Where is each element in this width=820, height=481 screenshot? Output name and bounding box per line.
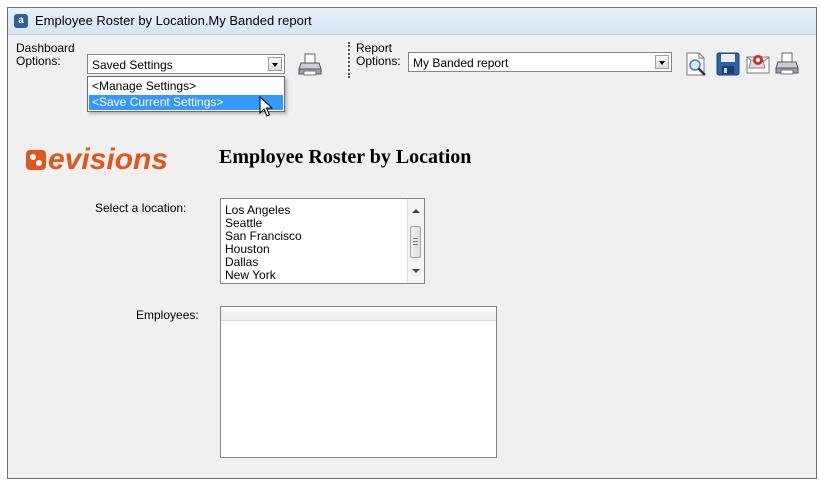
location-listbox[interactable]: Los Angeles Seattle San Francisco Housto… [220, 198, 425, 284]
app-icon: a [14, 14, 28, 28]
scroll-down-arrow-icon[interactable] [412, 269, 420, 273]
report-options-combo[interactable]: My Banded report [408, 52, 672, 72]
list-item[interactable]: New York [225, 269, 276, 282]
print-preview-icon[interactable] [683, 51, 709, 77]
email-icon[interactable] [745, 51, 771, 77]
grid-header [221, 307, 496, 321]
dashboard-label-line2: Options: [16, 54, 61, 68]
scroll-up-arrow-icon[interactable] [412, 209, 420, 213]
print-icon[interactable] [297, 52, 323, 78]
list-scrollbar[interactable] [407, 199, 424, 283]
evisions-logo: evisions [26, 144, 168, 174]
chevron-down-icon[interactable] [268, 57, 282, 71]
dropdown-item-manage-settings[interactable]: <Manage Settings> [89, 79, 283, 94]
print-icon[interactable] [774, 51, 800, 77]
chevron-down-icon[interactable] [655, 55, 669, 69]
scrollbar-thumb[interactable] [410, 226, 421, 258]
window-title: Employee Roster by Location.My Banded re… [35, 13, 312, 28]
dashboard-options-label: Dashboard Options: [16, 42, 75, 68]
save-icon[interactable] [715, 51, 741, 77]
dashboard-settings-dropdown: <Manage Settings> <Save Current Settings… [87, 76, 285, 112]
title-bar: a Employee Roster by Location.My Banded … [8, 8, 816, 35]
employees-grid[interactable] [220, 306, 497, 458]
report-options-label: Report Options: [356, 42, 401, 68]
dashboard-options-combo[interactable]: Saved Settings [87, 54, 285, 74]
mouse-cursor-icon [259, 96, 274, 117]
toolbar-separator [348, 42, 350, 78]
logo-wordmark: evisions [48, 144, 168, 174]
report-combo-value: My Banded report [413, 56, 509, 70]
dropdown-item-save-current-settings[interactable]: <Save Current Settings> [89, 95, 283, 110]
report-label-line2: Options: [356, 54, 401, 68]
report-window: a Employee Roster by Location.My Banded … [7, 7, 817, 479]
employees-label: Employees: [136, 308, 199, 322]
location-label: Select a location: [95, 201, 187, 215]
dashboard-combo-value: Saved Settings [92, 58, 173, 72]
report-title: Employee Roster by Location [219, 146, 472, 168]
